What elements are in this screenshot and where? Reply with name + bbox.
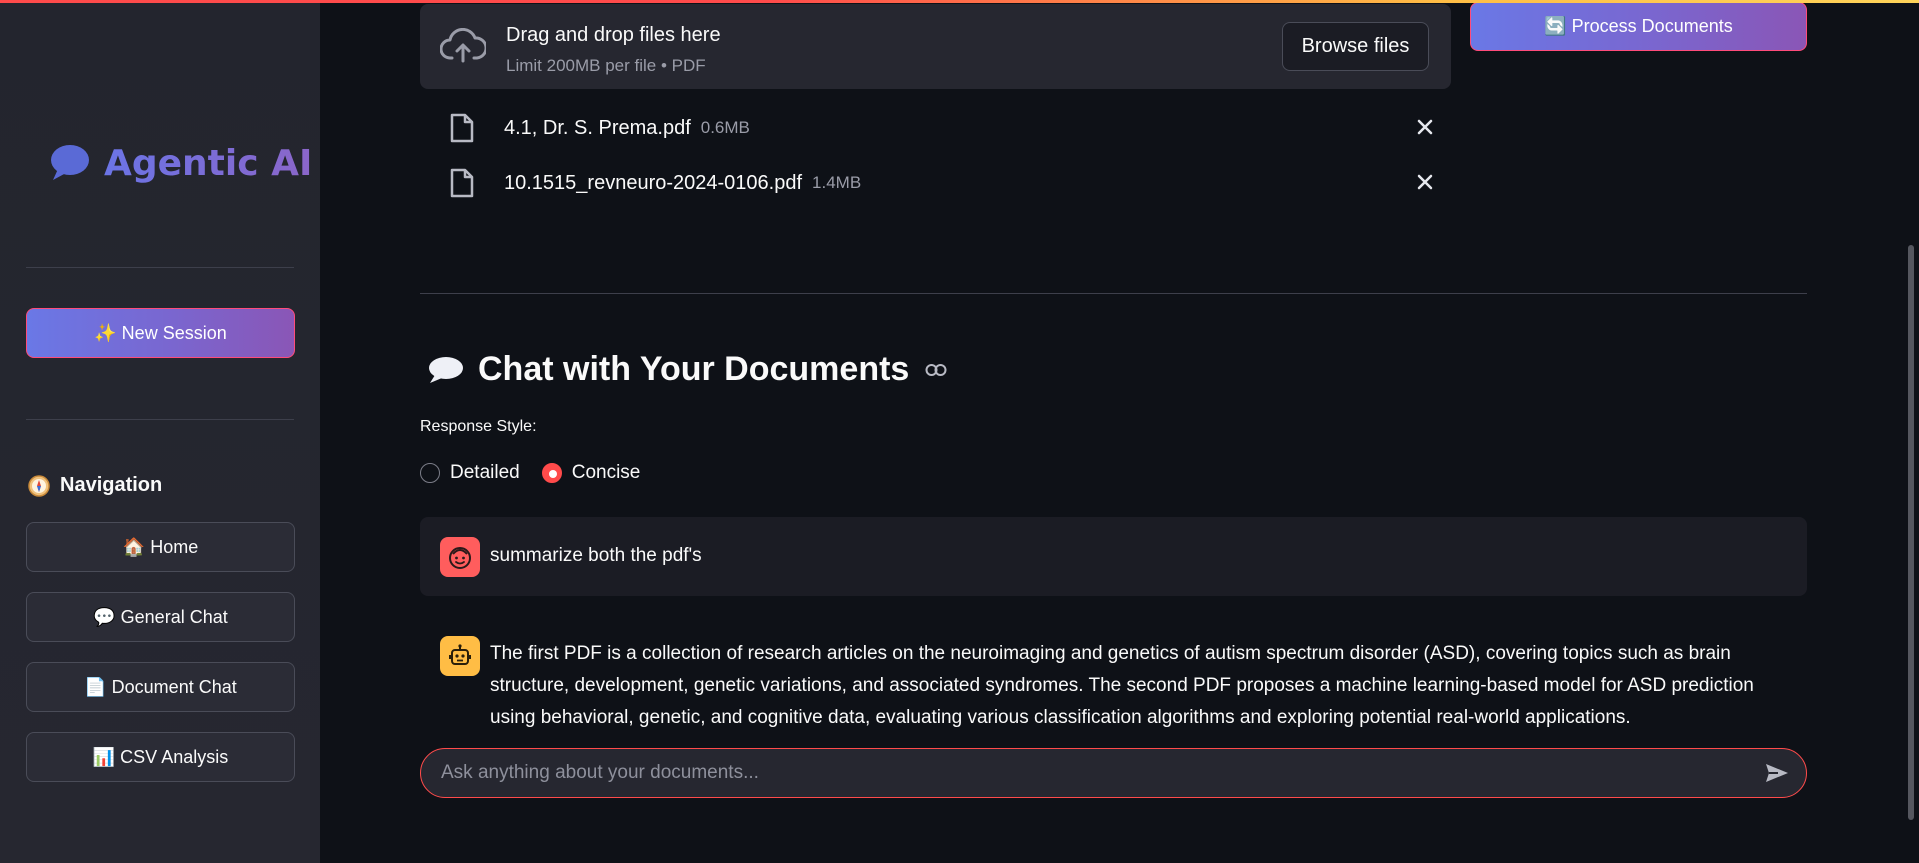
top-progress-line xyxy=(0,0,1919,3)
chat-header: Chat with Your Documents xyxy=(426,350,947,389)
file-name: 10.1515_revneuro-2024-0106.pdf xyxy=(504,171,803,194)
robot-icon xyxy=(449,644,471,665)
navigation-heading: Navigation xyxy=(28,474,162,497)
file-size: 1.4MB xyxy=(812,173,862,192)
message-text: summarize both the pdf's xyxy=(490,545,702,566)
radio-label: Detailed xyxy=(450,462,520,483)
radio-circle xyxy=(420,463,440,483)
navigation-label: Navigation xyxy=(60,474,163,496)
page-title: Chat with Your Documents xyxy=(478,350,910,388)
radio-detailed[interactable]: Detailed xyxy=(420,462,520,484)
nav-csv-analysis-button[interactable]: 📊 CSV Analysis xyxy=(26,732,295,782)
file-icon xyxy=(450,113,474,143)
file-name: 4.1, Dr. S. Prema.pdf xyxy=(504,116,691,139)
chat-input[interactable] xyxy=(441,749,1741,797)
cloud-upload-icon xyxy=(440,28,486,63)
uploaded-file-row: 10.1515_revneuro-2024-0106.pdf 1.4MB xyxy=(450,163,1450,203)
file-dropzone[interactable]: Drag and drop files here Limit 200MB per… xyxy=(420,4,1451,89)
main-content: Drag and drop files here Limit 200MB per… xyxy=(320,0,1919,863)
response-style-label: Response Style: xyxy=(420,418,537,435)
speech-bubble-icon xyxy=(429,356,463,383)
user-avatar xyxy=(440,537,480,577)
dropzone-title: Drag and drop files here xyxy=(506,24,721,46)
link-icon[interactable] xyxy=(925,363,947,377)
sidebar: Agentic AI ✨ New Session Navigation 🏠 Ho… xyxy=(0,0,320,863)
assistant-message: The first PDF is a collection of researc… xyxy=(420,618,1807,728)
assistant-avatar xyxy=(440,636,480,676)
section-divider xyxy=(420,293,1807,294)
radio-concise[interactable]: Concise xyxy=(541,462,641,484)
user-message: summarize both the pdf's xyxy=(420,517,1807,596)
nav-document-chat-label: 📄 Document Chat xyxy=(84,676,237,697)
file-size: 0.6MB xyxy=(700,118,750,137)
uploaded-file-row: 4.1, Dr. S. Prema.pdf 0.6MB xyxy=(450,108,1450,148)
radio-circle-selected xyxy=(541,463,562,483)
nav-csv-analysis-label: 📊 CSV Analysis xyxy=(92,746,229,767)
remove-file-icon[interactable] xyxy=(1414,116,1436,138)
new-session-button[interactable]: ✨ New Session xyxy=(26,308,295,358)
sidebar-divider xyxy=(26,267,294,268)
compass-icon xyxy=(28,474,50,497)
send-icon[interactable] xyxy=(1764,762,1790,784)
response-style-radio-group: Detailed Concise xyxy=(420,462,662,484)
message-text: The first PDF is a collection of researc… xyxy=(490,643,1754,728)
scrollbar[interactable] xyxy=(1908,245,1914,820)
brand: Agentic AI xyxy=(48,138,312,188)
remove-file-icon[interactable] xyxy=(1414,171,1436,193)
brand-title: Agentic AI xyxy=(104,142,313,184)
radio-label: Concise xyxy=(571,462,641,483)
nav-general-chat-button[interactable]: 💬 General Chat xyxy=(26,592,295,642)
process-documents-button[interactable]: 🔄 Process Documents xyxy=(1470,2,1807,51)
nav-home-label: 🏠 Home xyxy=(122,536,199,557)
nav-document-chat-button[interactable]: 📄 Document Chat xyxy=(26,662,295,712)
smiley-face-icon xyxy=(449,547,471,569)
sidebar-divider xyxy=(26,419,294,420)
chat-input-container[interactable] xyxy=(420,748,1807,798)
nav-home-button[interactable]: 🏠 Home xyxy=(26,522,295,572)
browse-files-button[interactable]: Browse files xyxy=(1282,22,1429,71)
dropzone-limit: Limit 200MB per file • PDF xyxy=(506,56,706,75)
nav-general-chat-label: 💬 General Chat xyxy=(93,606,228,627)
speech-bubble-icon xyxy=(51,145,89,180)
file-icon xyxy=(450,168,474,198)
